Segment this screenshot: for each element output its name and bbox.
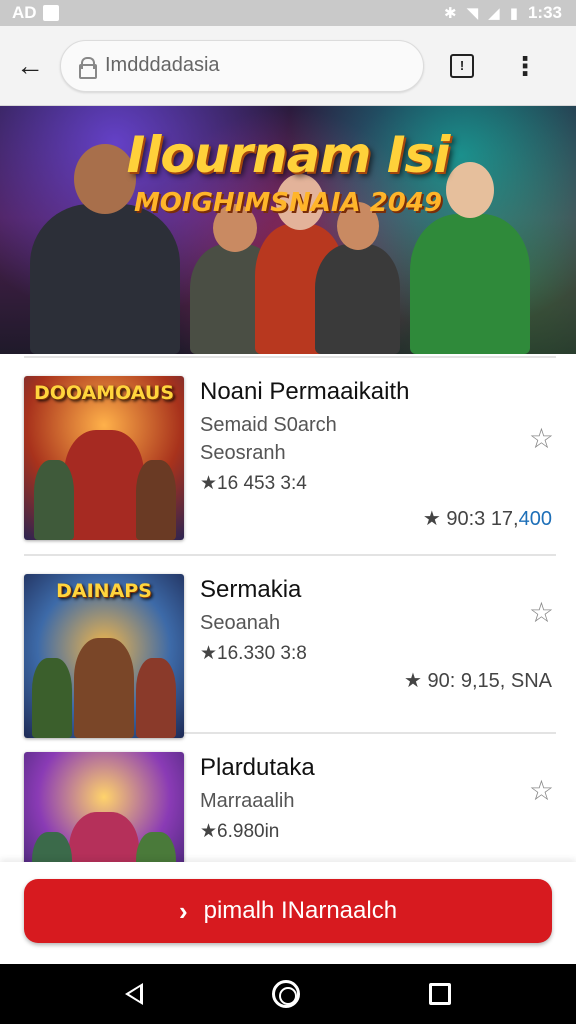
- item-subtitle: Semaid S0arch: [200, 414, 337, 436]
- more-menu-button[interactable]: ⋮: [512, 53, 538, 79]
- item-count: ★6.980in: [200, 821, 280, 842]
- wifi-icon: ◥: [466, 5, 479, 22]
- banner-subtitle: MOIGHIMSNAIA 2049: [133, 188, 443, 218]
- favorite-button[interactable]: ☆: [529, 596, 554, 629]
- favorite-button[interactable]: ☆: [529, 774, 554, 807]
- hero-banner[interactable]: Ilournam Isi MOIGHIMSNAIA 2049: [0, 106, 576, 354]
- battery-icon: ▮: [509, 5, 518, 22]
- status-bar: AD ✱ ◥ ◢ ▮ 1:33: [0, 0, 576, 26]
- star-outline-icon: ☆: [528, 775, 554, 806]
- star-outline-icon: ☆: [528, 423, 554, 454]
- status-left: AD: [12, 3, 59, 23]
- game-thumbnail[interactable]: DAINAPS: [24, 574, 184, 738]
- list-item[interactable]: DAINAPS Sermakia Seoanah ★16.330 3:8 ☆ ★…: [24, 556, 556, 738]
- url-bar[interactable]: Imdddadasia: [60, 39, 424, 92]
- nav-home-icon[interactable]: [271, 980, 300, 1008]
- item-title: Noani Permaaikaith: [200, 378, 410, 405]
- thumbnail-logo: DAINAPS: [56, 580, 152, 602]
- item-count: ★16 453 3:4: [200, 473, 307, 494]
- item-subtitle-2: Seosranh: [200, 442, 286, 464]
- item-subtitle: Seoanah: [200, 612, 281, 634]
- primary-action-button[interactable]: › pimalh INarnaalch: [24, 879, 552, 943]
- tab-switcher-button[interactable]: !: [450, 53, 474, 78]
- browser-toolbar: ← Imdddadasia ! ⋮: [0, 26, 576, 106]
- tab-icon: !: [459, 58, 465, 73]
- action-bar: › pimalh INarnaalch: [0, 862, 576, 964]
- rating-text: ★ 90:3 17,: [422, 508, 519, 530]
- bluetooth-icon: ✱: [444, 5, 457, 22]
- rating-accent-text: 400: [518, 508, 552, 530]
- banner-character: [315, 202, 400, 354]
- chevron-right-icon: ›: [178, 895, 188, 926]
- favorite-button[interactable]: ☆: [529, 422, 554, 455]
- rating-text: ★ 90: 9,15, SNA: [403, 670, 552, 692]
- item-rating: ★ 90: 9,15, SNA: [404, 668, 552, 693]
- back-button[interactable]: ←: [0, 36, 60, 96]
- item-title: Sermakia: [200, 576, 302, 603]
- signal-icon: ◢: [488, 5, 500, 22]
- banner-title: Ilournam Isi: [126, 126, 451, 184]
- primary-action-label: pimalh INarnaalch: [203, 897, 398, 924]
- item-count: ★16.330 3:8: [200, 643, 307, 664]
- status-right: ✱ ◥ ◢ ▮ 1:33: [444, 3, 562, 23]
- lock-icon: [79, 56, 97, 79]
- game-list: DOOAMOAUS Noani Permaaikaith Semaid S0ar…: [24, 356, 556, 910]
- more-vert-icon: ⋮: [512, 50, 538, 81]
- banner-character: [30, 144, 180, 354]
- star-outline-icon: ☆: [528, 597, 554, 628]
- system-nav-bar: [0, 964, 576, 1024]
- nav-recent-icon[interactable]: [429, 983, 452, 1005]
- notification-icon: [42, 5, 59, 21]
- item-rating: ★ 90:3 17,400: [423, 506, 552, 531]
- game-thumbnail[interactable]: DOOAMOAUS: [24, 376, 184, 540]
- item-title: Plardutaka: [200, 754, 315, 781]
- banner-character: [410, 162, 530, 354]
- list-item[interactable]: DOOAMOAUS Noani Permaaikaith Semaid S0ar…: [24, 358, 556, 540]
- thumbnail-logo: DOOAMOAUS: [33, 382, 175, 404]
- back-arrow-icon: ←: [16, 49, 44, 81]
- status-left-text: AD: [12, 3, 37, 22]
- url-text: Imdddadasia: [105, 54, 220, 76]
- item-subtitle: Marraaalih: [200, 790, 295, 812]
- status-time: 1:33: [527, 3, 562, 22]
- nav-back-icon[interactable]: [124, 983, 143, 1005]
